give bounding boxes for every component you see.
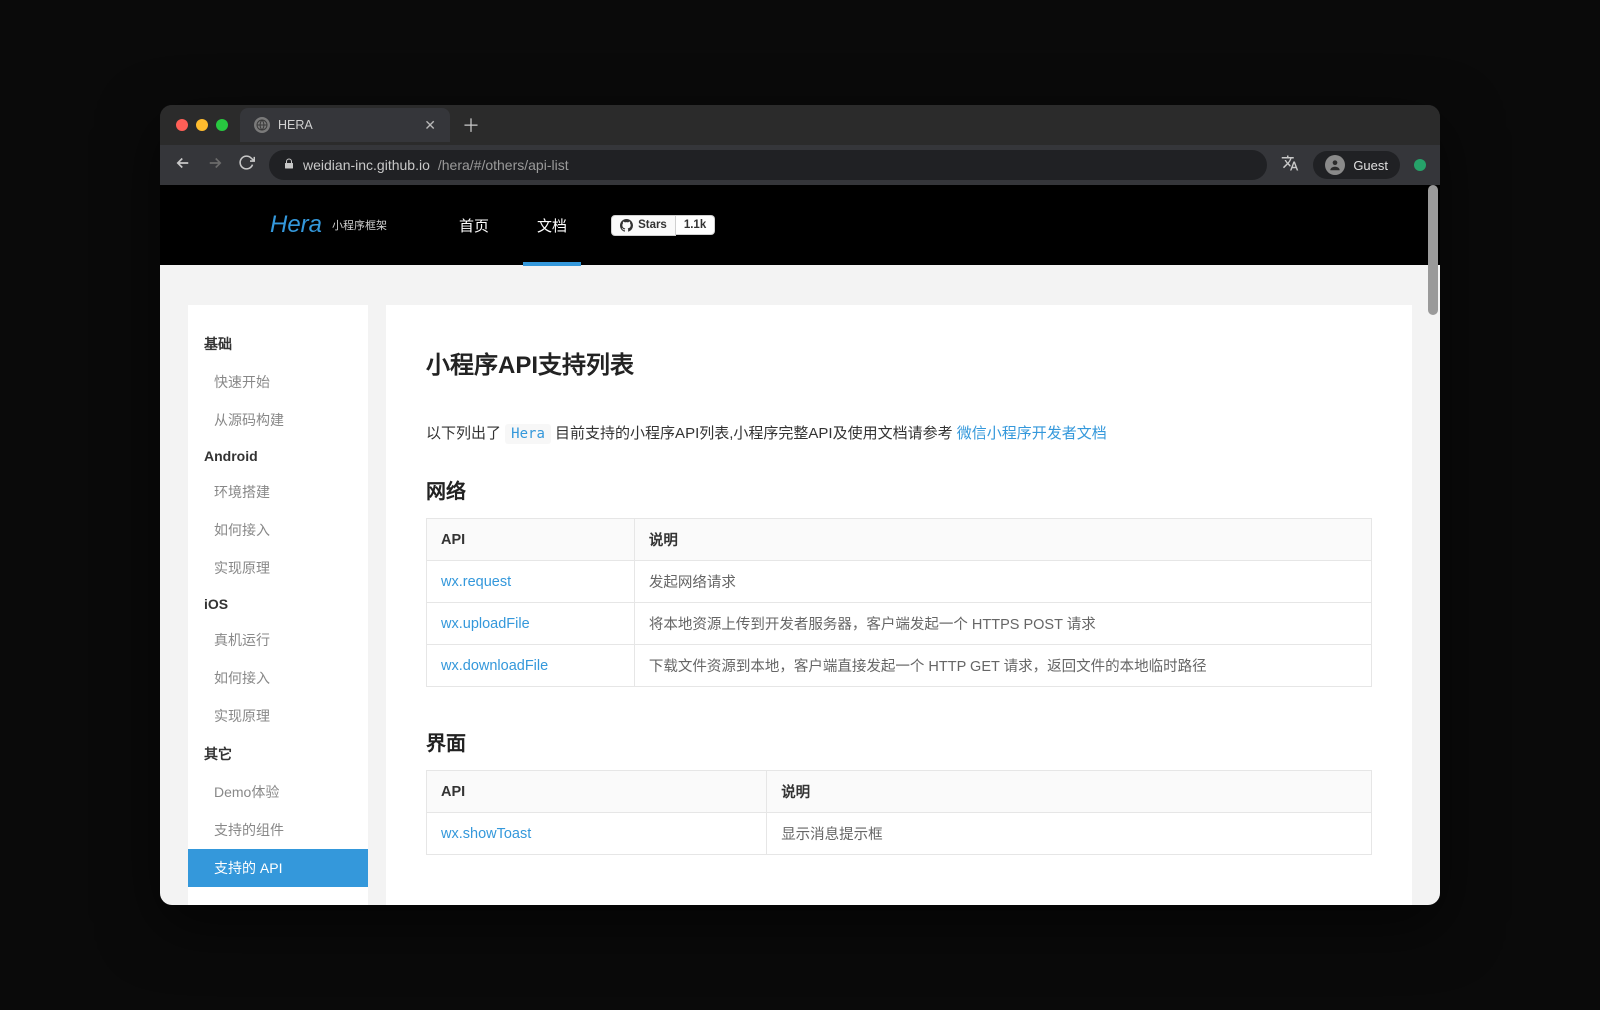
browser-tab[interactable]: HERA ✕ xyxy=(240,108,450,142)
intro-middle: 目前支持的小程序API列表,小程序完整API及使用文档请参考 xyxy=(551,425,957,442)
url-path: /hera/#/others/api-list xyxy=(438,157,569,173)
api-link[interactable]: wx.uploadFile xyxy=(427,603,635,645)
section-network-title: 网络 xyxy=(426,475,1372,504)
sidebar-item-ios-integrate[interactable]: 如何接入 xyxy=(188,659,368,697)
lock-icon xyxy=(283,158,295,173)
sidebar-item-android-principle[interactable]: 实现原理 xyxy=(188,549,368,587)
close-window-button[interactable] xyxy=(176,119,188,131)
url-host: weidian-inc.github.io xyxy=(303,157,430,173)
scrollbar-thumb[interactable] xyxy=(1428,185,1438,315)
sidebar-item-android-env[interactable]: 环境搭建 xyxy=(188,473,368,511)
close-tab-icon[interactable]: ✕ xyxy=(424,117,436,134)
sidebar-item-api[interactable]: 支持的 API xyxy=(188,849,368,887)
sidebar-cat-basic: 基础 xyxy=(188,325,368,363)
network-table: API 说明 wx.request 发起网络请求 wx.uploadFile 将… xyxy=(426,518,1372,687)
nav-docs[interactable]: 文档 xyxy=(513,185,591,265)
site-header: Hera 小程序框架 首页 文档 Stars 1.1k xyxy=(160,185,1440,265)
sidebar-item-quickstart[interactable]: 快速开始 xyxy=(188,363,368,401)
api-link[interactable]: wx.request xyxy=(427,561,635,603)
table-row: wx.showToast 显示消息提示框 xyxy=(427,813,1372,855)
th-desc: 说明 xyxy=(634,519,1371,561)
sidebar-item-ios-principle[interactable]: 实现原理 xyxy=(188,697,368,735)
profile-label: Guest xyxy=(1353,158,1388,173)
tab-strip: HERA ✕ ＋ xyxy=(240,105,480,145)
top-nav: 首页 文档 Stars 1.1k xyxy=(435,185,715,265)
api-desc: 发起网络请求 xyxy=(634,561,1371,603)
browser-toolbar: weidian-inc.github.io/hera/#/others/api-… xyxy=(160,145,1440,185)
avatar-icon xyxy=(1325,155,1345,175)
content-area: 基础 快速开始 从源码构建 Android 环境搭建 如何接入 实现原理 iOS… xyxy=(160,265,1440,905)
globe-icon xyxy=(254,117,270,133)
th-desc: 说明 xyxy=(767,771,1372,813)
forward-button[interactable] xyxy=(206,154,224,177)
sidebar-cat-other: 其它 xyxy=(188,735,368,773)
table-row: wx.uploadFile 将本地资源上传到开发者服务器，客户端发起一个 HTT… xyxy=(427,603,1372,645)
new-tab-button[interactable]: ＋ xyxy=(462,112,480,138)
browser-window: HERA ✕ ＋ weidian-inc.github.io/hera/#/ot… xyxy=(160,105,1440,905)
tab-title: HERA xyxy=(278,118,313,132)
intro-text: 以下列出了 Hera 目前支持的小程序API列表,小程序完整API及使用文档请参… xyxy=(426,420,1372,447)
titlebar: HERA ✕ ＋ xyxy=(160,105,1440,145)
toolbar-right: Guest xyxy=(1281,151,1426,179)
reload-button[interactable] xyxy=(238,154,255,176)
api-link[interactable]: wx.showToast xyxy=(427,813,767,855)
github-icon xyxy=(620,219,633,232)
th-api: API xyxy=(427,519,635,561)
intro-prefix: 以下列出了 xyxy=(426,425,505,442)
profile-button[interactable]: Guest xyxy=(1313,151,1400,179)
api-desc: 下载文件资源到本地，客户端直接发起一个 HTTP GET 请求，返回文件的本地临… xyxy=(634,645,1371,687)
table-row: wx.request 发起网络请求 xyxy=(427,561,1372,603)
api-desc: 显示消息提示框 xyxy=(767,813,1372,855)
page-viewport: Hera 小程序框架 首页 文档 Stars 1.1k 基础 快速开始 从源码构… xyxy=(160,185,1440,905)
page-title: 小程序API支持列表 xyxy=(426,345,1372,380)
api-desc: 将本地资源上传到开发者服务器，客户端发起一个 HTTPS POST 请求 xyxy=(634,603,1371,645)
github-label: Stars xyxy=(638,219,667,231)
main-content: 小程序API支持列表 以下列出了 Hera 目前支持的小程序API列表,小程序完… xyxy=(386,305,1412,905)
api-link[interactable]: wx.downloadFile xyxy=(427,645,635,687)
sidebar-cat-ios: iOS xyxy=(188,587,368,621)
back-button[interactable] xyxy=(174,154,192,177)
sidebar-item-android-integrate[interactable]: 如何接入 xyxy=(188,511,368,549)
github-count: 1.1k xyxy=(676,215,715,235)
logo[interactable]: Hera xyxy=(270,211,322,239)
section-ui-title: 界面 xyxy=(426,727,1372,756)
github-stars-badge[interactable]: Stars 1.1k xyxy=(611,185,715,265)
table-row: wx.downloadFile 下载文件资源到本地，客户端直接发起一个 HTTP… xyxy=(427,645,1372,687)
traffic-lights xyxy=(176,119,228,131)
logo-subtitle: 小程序框架 xyxy=(332,217,387,233)
ui-table: API 说明 wx.showToast 显示消息提示框 xyxy=(426,770,1372,855)
translate-icon[interactable] xyxy=(1281,154,1299,177)
sidebar-item-demo[interactable]: Demo体验 xyxy=(188,773,368,811)
minimize-window-button[interactable] xyxy=(196,119,208,131)
sidebar-item-components[interactable]: 支持的组件 xyxy=(188,811,368,849)
address-bar[interactable]: weidian-inc.github.io/hera/#/others/api-… xyxy=(269,150,1267,180)
th-api: API xyxy=(427,771,767,813)
intro-code: Hera xyxy=(505,424,551,444)
nav-home[interactable]: 首页 xyxy=(435,185,513,265)
extension-indicator[interactable] xyxy=(1414,159,1426,171)
maximize-window-button[interactable] xyxy=(216,119,228,131)
sidebar-cat-android: Android xyxy=(188,439,368,473)
sidebar: 基础 快速开始 从源码构建 Android 环境搭建 如何接入 实现原理 iOS… xyxy=(188,305,368,905)
sidebar-item-build-source[interactable]: 从源码构建 xyxy=(188,401,368,439)
scrollbar-track[interactable] xyxy=(1426,185,1440,905)
sidebar-item-ios-run[interactable]: 真机运行 xyxy=(188,621,368,659)
intro-link[interactable]: 微信小程序开发者文档 xyxy=(957,425,1107,442)
